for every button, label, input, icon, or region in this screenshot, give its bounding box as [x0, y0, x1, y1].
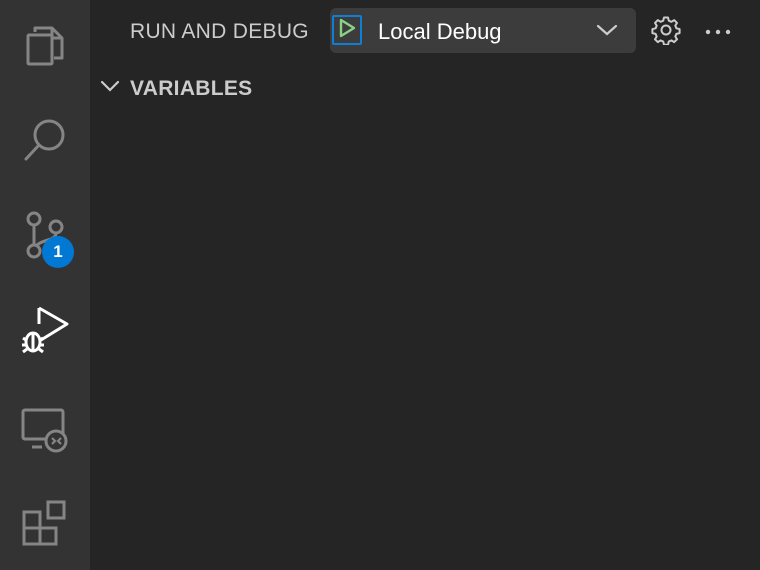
- chevron-down-icon: [100, 79, 120, 98]
- activity-run-and-debug[interactable]: [0, 285, 90, 375]
- activity-explorer[interactable]: [0, 0, 90, 90]
- extensions-icon: [20, 498, 70, 548]
- activity-bar: 1: [0, 0, 90, 570]
- debug-configuration-select[interactable]: Local Debug: [330, 8, 636, 53]
- files-icon: [22, 22, 68, 68]
- variables-section-title: VARIABLES: [130, 77, 253, 100]
- activity-remote-explorer[interactable]: [0, 385, 90, 475]
- view-title: RUN AND DEBUG: [130, 20, 309, 43]
- run-and-debug-view: RUN AND DEBUG Local Debug VARIABLES: [90, 0, 760, 570]
- debug-alt-icon: [19, 304, 71, 356]
- debug-configuration-name: Local Debug: [378, 19, 502, 44]
- ellipsis-icon: [704, 23, 732, 41]
- search-icon: [21, 116, 69, 164]
- activity-extensions[interactable]: [0, 478, 90, 568]
- activity-search[interactable]: [0, 95, 90, 185]
- more-actions-button[interactable]: [702, 16, 734, 48]
- remote-explorer-icon: [20, 405, 70, 455]
- source-control-badge: 1: [42, 236, 74, 268]
- activity-source-control[interactable]: [0, 190, 90, 280]
- chevron-down-icon: [596, 23, 618, 42]
- view-header: RUN AND DEBUG Local Debug: [90, 0, 760, 64]
- open-launch-json-button[interactable]: [650, 16, 682, 48]
- variables-section-header[interactable]: VARIABLES: [90, 68, 760, 108]
- play-icon: [336, 17, 358, 44]
- vscode-window: 1 RUN AND DEBUG Local Debug VARIABLES: [0, 0, 760, 570]
- start-debugging-button[interactable]: [332, 15, 362, 45]
- gear-icon: [651, 15, 681, 50]
